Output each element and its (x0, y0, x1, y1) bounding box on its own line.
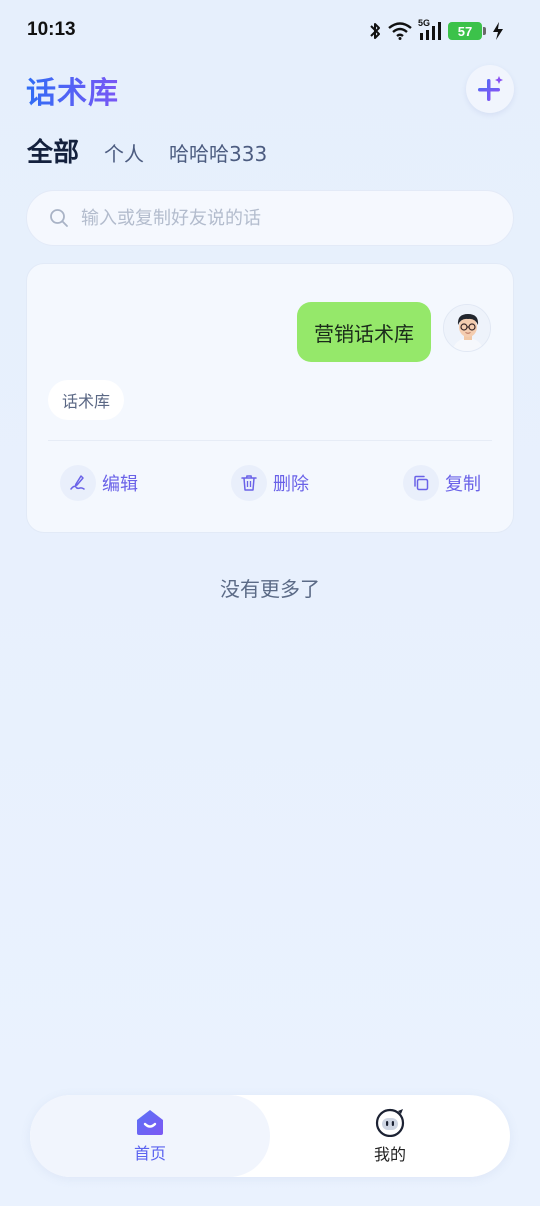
plus-sparkle-icon (478, 76, 503, 101)
copy-label: 复制 (445, 474, 481, 495)
add-button[interactable] (466, 65, 514, 113)
copy-icon (403, 465, 439, 501)
bluetooth-icon (370, 23, 380, 39)
message-bubble[interactable]: 营销话术库 (297, 302, 431, 362)
app-title: 话术库 (26, 68, 119, 112)
copy-button[interactable]: 复制 (403, 464, 481, 502)
page: 10:13 5G 57 话术库 全部 个人 哈哈哈333 输入或复制好友说的话 … (0, 0, 540, 1206)
delete-label: 删除 (273, 474, 309, 495)
home-icon (137, 1110, 163, 1135)
tab-hahaha333[interactable]: 哈哈哈333 (169, 138, 267, 167)
avatar (443, 304, 491, 352)
nav-mine-label: 我的 (373, 1145, 406, 1164)
delete-button[interactable]: 删除 (231, 464, 309, 502)
list-end-text: 没有更多了 (220, 577, 320, 601)
trash-icon (231, 465, 267, 501)
avatar-illustration (444, 305, 490, 351)
bottom-nav: 首页 我的 (30, 1095, 510, 1177)
edit-icon (60, 465, 96, 501)
profile-mascot-icon (375, 1108, 405, 1137)
signal-icon: 5G (418, 18, 442, 41)
edit-button[interactable]: 编辑 (60, 464, 138, 502)
search-bar[interactable] (26, 190, 514, 246)
charging-icon (493, 22, 503, 40)
category-tabs: 全部 个人 哈哈哈333 (27, 132, 292, 169)
battery-level: 57 (457, 23, 473, 39)
wifi-icon (388, 22, 412, 40)
status-bar: 10:13 5G 57 (0, 0, 540, 62)
edit-label: 编辑 (102, 474, 138, 495)
category-tag[interactable]: 话术库 (48, 380, 125, 420)
search-input[interactable] (81, 207, 481, 229)
search-icon (50, 209, 68, 227)
divider (48, 440, 492, 441)
status-time: 10:13 (27, 19, 76, 40)
battery-icon: 57 (448, 22, 486, 40)
tab-personal[interactable]: 个人 (104, 138, 144, 167)
nav-mine[interactable]: 我的 (270, 1095, 510, 1177)
nav-home-label: 首页 (133, 1144, 166, 1163)
status-icons: 5G 57 (368, 18, 504, 42)
script-card[interactable]: 营销话术库 话术库 编辑 删除 复制 (26, 263, 514, 533)
nav-home[interactable]: 首页 (30, 1095, 270, 1177)
card-actions: 编辑 删除 复制 (27, 464, 513, 502)
tab-all[interactable]: 全部 (27, 132, 79, 169)
